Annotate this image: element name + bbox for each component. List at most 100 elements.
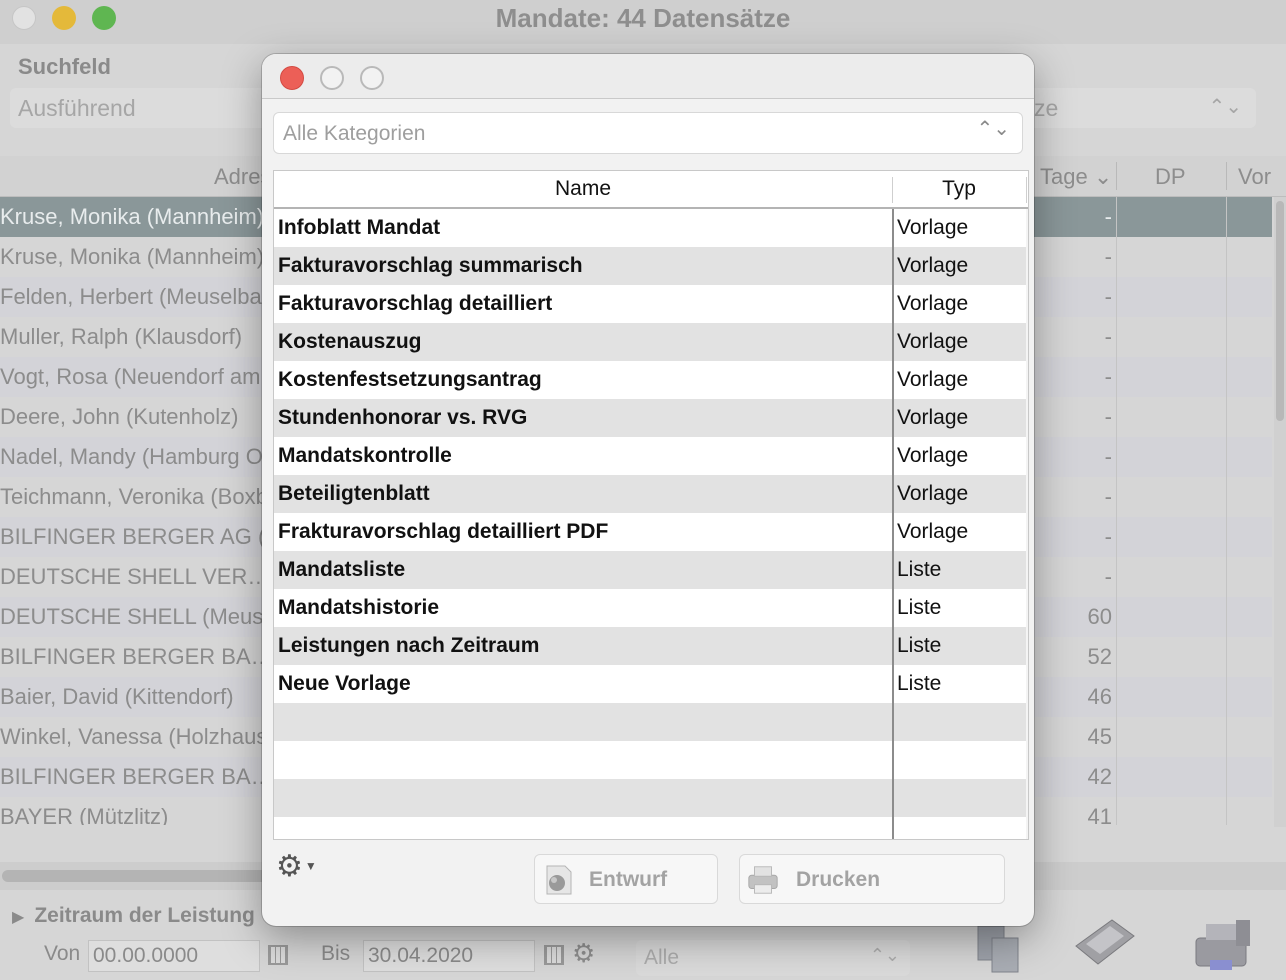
empty-row [274, 779, 1028, 817]
report-row[interactable]: Infoblatt Mandat Vorlage [274, 209, 1028, 247]
mandate-row-tage: - [1104, 244, 1112, 269]
window-title: Mandate: 44 Datensätze [495, 3, 791, 33]
report-row[interactable]: Mandatskontrolle Vorlage [274, 437, 1028, 475]
search-scope-select[interactable]: ze ⌃⌄ [1034, 88, 1256, 128]
report-row-name: Fakturavorschlag summarisch [278, 254, 583, 277]
printer-icon [748, 866, 778, 894]
mandate-row-tage: 52 [1087, 644, 1112, 669]
report-row[interactable]: Kostenfestsetzungsantrag Vorlage [274, 361, 1028, 399]
copy-documents-icon[interactable] [972, 920, 1024, 976]
column-header-dp[interactable]: DP [1155, 164, 1186, 190]
category-select[interactable]: Alle Kategorien ⌃⌄ [273, 112, 1023, 154]
bis-label: Bis [321, 942, 351, 965]
disclosure-triangle-icon[interactable]: ▶ [12, 909, 24, 926]
drucken-button[interactable]: Drucken [739, 854, 1005, 904]
report-row[interactable]: Neue Vorlage Liste [274, 665, 1028, 703]
category-select-value: Alle Kategorien [283, 122, 426, 145]
section-zeitraum[interactable]: ▶ Zeitraum der Leistung [12, 904, 255, 928]
report-row-name: Stundenhonorar vs. RVG [278, 406, 528, 429]
draft-document-icon [546, 865, 572, 895]
mandate-row-tage: - [1104, 524, 1112, 549]
close-icon[interactable] [280, 66, 304, 90]
search-label: Suchfeld [18, 54, 111, 79]
mandate-row-address: BILFINGER BERGER AG (H [0, 524, 282, 549]
column-header-name[interactable]: Name [274, 177, 892, 201]
mandate-row-address: BILFINGER BERGER BA… [0, 644, 273, 669]
report-row[interactable]: Fakturavorschlag summarisch Vorlage [274, 247, 1028, 285]
mandate-row-address: Winkel, Vanessa (Holzhaus [0, 724, 268, 749]
mandate-row-address: Kruse, Monika (Mannheim) [0, 244, 265, 269]
mandate-row-tage: - [1104, 404, 1112, 429]
report-row-typ: Vorlage [897, 520, 969, 543]
report-row-name: Fakturavorschlag detailliert [278, 292, 553, 315]
column-header-typ[interactable]: Typ [894, 177, 1024, 201]
report-row-typ: Liste [897, 672, 942, 695]
section-zeitraum-title: Zeitraum der Leistung [34, 904, 255, 927]
report-table-body: Infoblatt Mandat Vorlage Fakturavorschlag … [274, 209, 1028, 839]
gear-icon[interactable]: ⚙ [572, 938, 595, 969]
report-row[interactable]: Leistungen nach Zeitraum Liste [274, 627, 1028, 665]
mandate-row-address: Vogt, Rosa (Neuendorf am [0, 364, 261, 389]
report-row-name: Mandatskontrolle [278, 444, 452, 467]
empty-row [274, 741, 1028, 779]
report-row[interactable]: Frakturavorschlag detailliert PDF Vorlage [274, 513, 1028, 551]
report-row-typ: Vorlage [897, 254, 969, 277]
mandate-row-address: BAYER (Mützlitz) [0, 804, 169, 825]
empty-row [274, 703, 1028, 741]
report-row-typ: Vorlage [897, 444, 969, 467]
report-row-name: Kostenauszug [278, 330, 422, 353]
report-row[interactable]: Beteiligtenblatt Vorlage [274, 475, 1028, 513]
report-row[interactable]: Mandatshistorie Liste [274, 589, 1028, 627]
minimize-icon[interactable] [320, 66, 344, 90]
scrollbar-thumb[interactable] [1276, 201, 1284, 421]
calculator-icon[interactable] [1072, 916, 1138, 968]
report-row-typ: Vorlage [897, 292, 969, 315]
mandate-row-address: Nadel, Mandy (Hamburg O [0, 444, 263, 469]
filter-select[interactable]: Alle ⌃⌄ [636, 940, 910, 976]
gear-icon[interactable]: ⚙ ▼ [276, 852, 317, 882]
column-divider [892, 177, 893, 203]
calendar-icon[interactable] [268, 945, 288, 965]
report-row-name: Kostenfestsetzungsantrag [278, 368, 542, 391]
column-header-vor[interactable]: Vor [1238, 164, 1271, 190]
mandate-row-address: Baier, David (Kittendorf) [0, 684, 234, 709]
mandate-row-tage: - [1104, 484, 1112, 509]
printer-icon[interactable] [1190, 916, 1256, 976]
column-divider [1226, 162, 1227, 190]
entwurf-button-label: Entwurf [589, 868, 668, 891]
column-header-tage[interactable]: Tage ⌄ [1040, 164, 1112, 190]
mandate-row-tage: 46 [1087, 684, 1112, 709]
chevron-updown-icon: ⌃⌄ [1208, 96, 1242, 118]
von-date-field[interactable]: 00.00.0000 [88, 940, 260, 972]
report-row-typ: Vorlage [897, 330, 969, 353]
mandate-row-tage: 42 [1087, 764, 1112, 789]
report-row-name: Leistungen nach Zeitraum [278, 634, 540, 657]
mandate-row-tage: 45 [1087, 724, 1112, 749]
table-edge [1026, 209, 1028, 839]
mandate-row-address: DEUTSCHE SHELL (Meuse [0, 604, 276, 629]
mandate-row-tage: - [1104, 444, 1112, 469]
mandate-row-tage: - [1104, 204, 1112, 229]
search-field-select[interactable]: Ausführend [10, 88, 270, 128]
chevron-updown-icon: ⌃⌄ [869, 945, 900, 965]
entwurf-button[interactable]: Entwurf [534, 854, 718, 904]
bis-date-field[interactable]: 30.04.2020 [363, 940, 535, 972]
report-row-typ: Liste [897, 596, 942, 619]
report-row[interactable]: Fakturavorschlag detailliert Vorlage [274, 285, 1028, 323]
report-row[interactable]: Kostenauszug Vorlage [274, 323, 1028, 361]
report-row-name: Mandatshistorie [278, 596, 440, 619]
calendar-icon[interactable] [544, 945, 564, 965]
column-divider [1226, 197, 1227, 825]
dialog-titlebar [262, 54, 1034, 99]
vertical-scrollbar[interactable] [1274, 197, 1286, 827]
zoom-icon[interactable] [360, 66, 384, 90]
mandate-row-tage: 60 [1087, 604, 1112, 629]
chevron-updown-icon: ⌃⌄ [976, 118, 1010, 140]
report-row-typ: Vorlage [897, 368, 969, 391]
report-row[interactable]: Mandatsliste Liste [274, 551, 1028, 589]
report-row-typ: Liste [897, 558, 942, 581]
report-row-typ: Vorlage [897, 216, 969, 239]
report-row[interactable]: Stundenhonorar vs. RVG Vorlage [274, 399, 1028, 437]
scrollbar-thumb[interactable] [2, 870, 282, 882]
mandate-row-tage: - [1104, 284, 1112, 309]
